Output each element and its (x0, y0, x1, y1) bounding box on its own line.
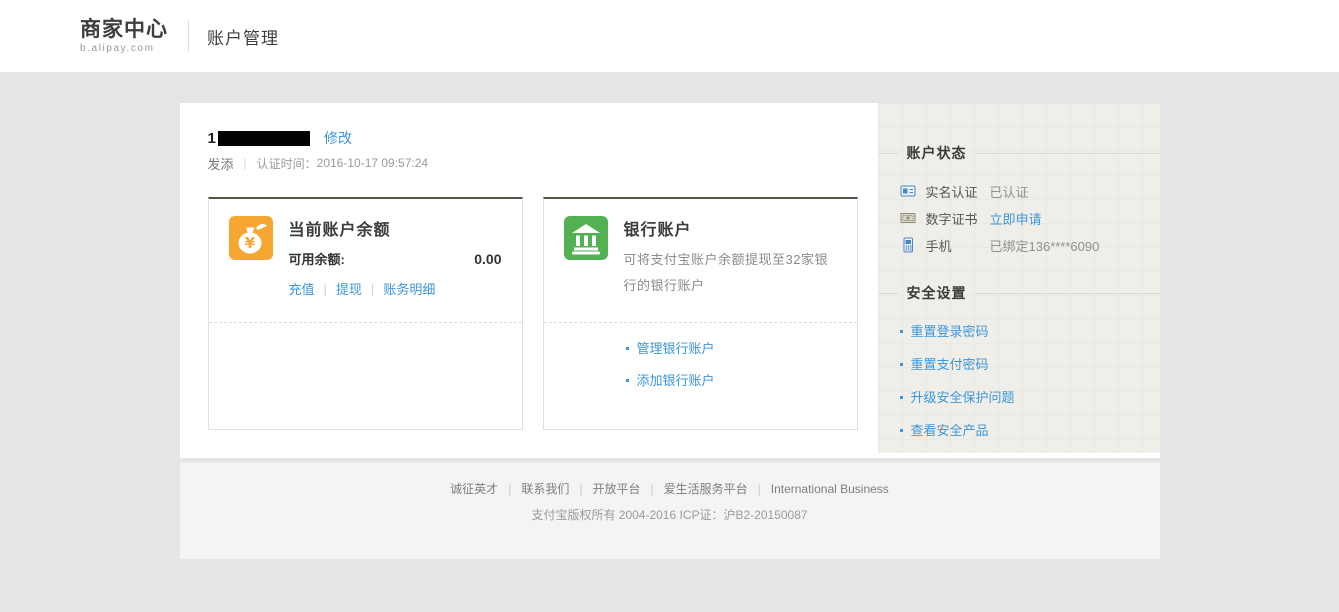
status-row-phone: 手机 已绑定136****6090 (900, 237, 1138, 253)
edit-account-link[interactable]: 修改 (324, 128, 352, 148)
mobile-phone-icon (900, 237, 916, 253)
heading-rule (878, 293, 898, 294)
account-status-title: 账户状态 (907, 143, 967, 163)
link-divider: | (324, 282, 327, 297)
heading-rule (976, 293, 1160, 294)
footer-links: 诚征英才 | 联系我们 | 开放平台 | 爱生活服务平台 | International Bus… (180, 463, 1160, 497)
status-row-certificate: 数字证书 立即申请 (900, 210, 1138, 226)
bank-card-bottom: 管理银行账户 添加银行账户 (544, 322, 857, 429)
footer-open-platform-link[interactable]: 开放平台 (592, 482, 640, 496)
footer-life-service-link[interactable]: 爱生活服务平台 (664, 482, 748, 496)
footer-divider: | (758, 482, 761, 496)
certificate-label: 数字证书 (926, 209, 990, 228)
svg-text:¥: ¥ (244, 234, 255, 252)
add-bank-account-link[interactable]: 添加银行账户 (626, 370, 857, 389)
account-id-prefix: 1 (208, 130, 216, 147)
footer-divider: | (508, 482, 511, 496)
top-header-bar: 商家中心 b.alipay.com 账户管理 (0, 0, 1339, 72)
bank-card-body: 银行账户 可将支付宝账户余额提现至32家银行的银行账户 (624, 216, 837, 322)
footer: 诚征英才 | 联系我们 | 开放平台 | 爱生活服务平台 | International Bus… (180, 462, 1160, 559)
main-panel: 1 修改 发添 | 认证时间： 2016-10-17 09:57:24 (180, 103, 1160, 458)
phone-value: 已绑定136****6090 (990, 236, 1100, 255)
footer-contact-link[interactable]: 联系我们 (521, 482, 569, 496)
sidebar: 账户状态 实名认证 已认证 (878, 103, 1160, 453)
link-divider: | (371, 282, 374, 297)
footer-divider: | (579, 482, 582, 496)
status-row-realname: 实名认证 已认证 (900, 183, 1138, 199)
withdraw-link[interactable]: 提现 (336, 282, 362, 297)
id-card-icon (900, 183, 916, 199)
upgrade-security-question-link[interactable]: 升级安全保护问题 (900, 387, 1138, 406)
account-status-list: 实名认证 已认证 数字证书 立即申请 (900, 183, 1138, 253)
balance-card-body: 当前账户余额 可用余额: 0.00 充值 | 提现 | 账务明细 (289, 216, 502, 322)
account-status-heading: 账户状态 (878, 103, 1160, 163)
redacted-account-name (218, 131, 310, 146)
meta-divider: | (244, 156, 247, 170)
available-balance-label: 可用余额: (289, 249, 345, 268)
apply-certificate-link[interactable]: 立即申请 (990, 209, 1042, 228)
content-wrapper: 1 修改 发添 | 认证时间： 2016-10-17 09:57:24 (180, 103, 1160, 458)
footer-international-link[interactable]: International Business (771, 482, 889, 496)
bank-card: 银行账户 可将支付宝账户余额提现至32家银行的银行账户 管理银行账户 添加银行账… (543, 197, 858, 430)
cert-time-label: 认证时间： (257, 155, 317, 172)
balance-card-bottom (209, 322, 522, 429)
available-balance-row: 可用余额: 0.00 (289, 249, 502, 268)
balance-actions: 充值 | 提现 | 账务明细 (289, 279, 502, 298)
phone-label: 手机 (926, 236, 990, 255)
realname-label: 实名认证 (926, 182, 990, 201)
reset-pay-password-link[interactable]: 重置支付密码 (900, 354, 1138, 373)
reset-login-password-link[interactable]: 重置登录密码 (900, 321, 1138, 340)
cert-time-value: 2016-10-17 09:57:24 (317, 156, 428, 170)
manage-bank-account-link[interactable]: 管理银行账户 (626, 338, 857, 357)
heading-rule (976, 153, 1160, 154)
footer-careers-link[interactable]: 诚征英才 (450, 482, 498, 496)
account-detail-link[interactable]: 账务明细 (383, 282, 435, 297)
brand-logo[interactable]: 商家中心 b.alipay.com (80, 18, 168, 54)
balance-card-top: ¥ 当前账户余额 可用余额: 0.00 充值 | 提现 | 账务明细 (209, 199, 522, 322)
cards-row: ¥ 当前账户余额 可用余额: 0.00 充值 | 提现 | 账务明细 (208, 197, 878, 430)
account-header: 1 修改 (208, 129, 878, 147)
heading-rule (878, 153, 898, 154)
security-settings-title: 安全设置 (907, 283, 967, 303)
security-links-list: 重置登录密码 重置支付密码 升级安全保护问题 查看安全产品 (900, 321, 1138, 439)
money-bag-icon: ¥ (229, 216, 273, 260)
bank-card-title: 银行账户 (624, 216, 837, 240)
copyright-text: 支付宝版权所有 2004-2016 ICP证：沪B2-20150087 (180, 506, 1160, 523)
security-settings-heading: 安全设置 (878, 283, 1160, 303)
account-meta: 发添 | 认证时间： 2016-10-17 09:57:24 (208, 155, 878, 171)
header-divider (188, 21, 189, 51)
brand-name: 商家中心 (80, 18, 168, 41)
balance-card-title: 当前账户余额 (289, 216, 502, 240)
brand-domain: b.alipay.com (80, 43, 168, 54)
footer-divider: | (650, 482, 653, 496)
page-title: 账户管理 (207, 24, 279, 49)
bank-card-description: 可将支付宝账户余额提现至32家银行的银行账户 (624, 247, 837, 299)
account-owner-name: 发添 (208, 154, 234, 173)
available-balance-value: 0.00 (474, 251, 501, 267)
view-security-products-link[interactable]: 查看安全产品 (900, 420, 1138, 439)
realname-value: 已认证 (990, 182, 1029, 201)
bank-card-top: 银行账户 可将支付宝账户余额提现至32家银行的银行账户 (544, 199, 857, 322)
balance-card: ¥ 当前账户余额 可用余额: 0.00 充值 | 提现 | 账务明细 (208, 197, 523, 430)
digital-cert-icon (900, 210, 916, 226)
bank-icon (564, 216, 608, 260)
main-content: 1 修改 发添 | 认证时间： 2016-10-17 09:57:24 (180, 103, 878, 458)
recharge-link[interactable]: 充值 (289, 282, 315, 297)
